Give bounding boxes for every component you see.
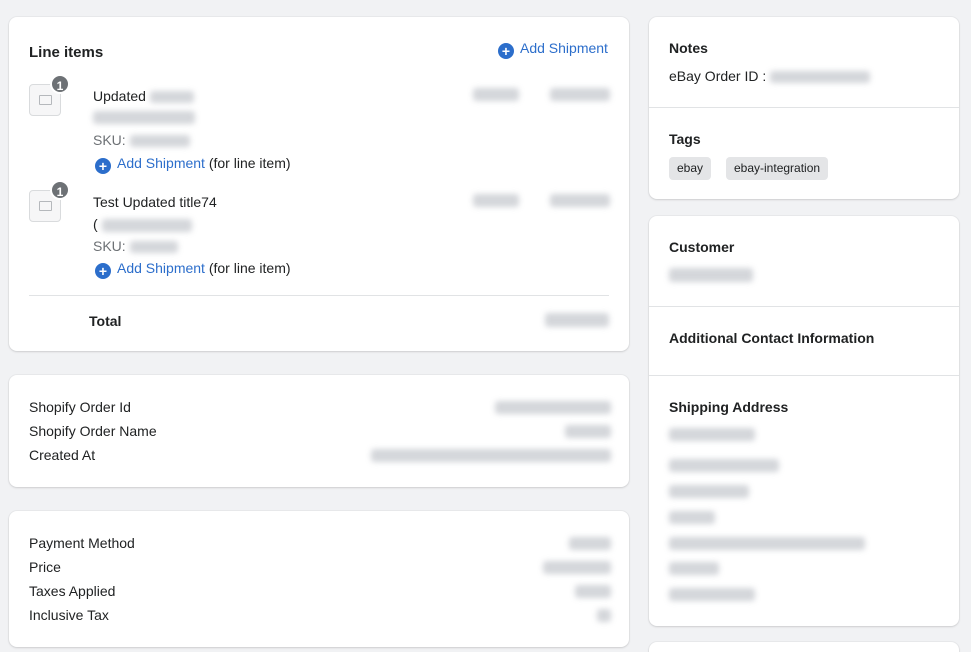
line-items-card: Line items + Add Shipment 1 Updated SKU: … [9, 17, 629, 351]
line-item-sku: SKU: [93, 238, 178, 254]
redacted-order-name [565, 425, 611, 438]
redacted-text [93, 111, 195, 124]
redacted-total [545, 313, 609, 327]
line-item-add-shipment[interactable]: + Add Shipment (for line item) [95, 260, 291, 279]
redacted-amount [550, 88, 610, 101]
shopify-order-id-label: Shopify Order Id [29, 399, 131, 415]
tag-ebay[interactable]: ebay [669, 157, 712, 180]
order-info-card: Shopify Order Id Shopify Order Name Crea… [9, 375, 629, 487]
add-shipment-button[interactable]: + Add Shipment [498, 40, 608, 59]
redacted-order-id [495, 401, 611, 414]
redacted-text [149, 91, 194, 104]
divider [29, 295, 609, 296]
price-label: Price [29, 559, 61, 575]
line-items-title: Line items [29, 44, 104, 61]
redacted-inclusive-tax [597, 609, 611, 622]
quantity-badge: 1 [50, 74, 70, 94]
customer-card: Customer Additional Contact Information … [649, 216, 959, 626]
tags-title: Tags [669, 131, 701, 147]
redacted-address-line [669, 537, 865, 550]
redacted-amount [550, 194, 610, 207]
additional-contact-title: Additional Contact Information [669, 330, 875, 346]
redacted-taxes [575, 585, 611, 598]
line-item-add-shipment[interactable]: + Add Shipment (for line item) [95, 155, 291, 174]
customer-title: Customer [669, 239, 735, 255]
redacted-text [101, 218, 192, 232]
redacted-text [129, 241, 178, 254]
redacted-address-line [669, 428, 755, 441]
plus-circle-icon: + [95, 263, 111, 279]
line-item-title: Updated [93, 88, 194, 104]
tag-ebay-integration[interactable]: ebay-integration [726, 157, 829, 180]
payment-method-label: Payment Method [29, 535, 135, 551]
line-item-title: Test Updated title74 [93, 194, 217, 210]
redacted-address-line [669, 485, 749, 498]
redacted-address-line [669, 588, 755, 601]
notes-title: Notes [669, 40, 708, 56]
redacted-customer-name [669, 268, 753, 282]
line-item-variant: ( [93, 216, 192, 232]
image-icon [39, 95, 52, 105]
redacted-address-line [669, 562, 719, 575]
payment-card: Payment Method Price Taxes Applied Inclu… [9, 511, 629, 647]
line-item-sku: SKU: [93, 132, 190, 148]
shipping-address-title: Shipping Address [669, 399, 789, 415]
total-label: Total [89, 313, 122, 329]
redacted-text [770, 71, 871, 84]
redacted-payment-method [569, 537, 611, 550]
shopify-order-name-label: Shopify Order Name [29, 423, 157, 439]
divider [649, 375, 959, 376]
plus-circle-icon: + [498, 43, 514, 59]
redacted-address-line [669, 511, 715, 524]
notes-card: Notes eBay Order ID : Tags ebay ebay-int… [649, 17, 959, 199]
redacted-text [129, 135, 190, 148]
inclusive-tax-label: Inclusive Tax [29, 607, 109, 623]
quantity-badge: 1 [50, 180, 70, 200]
image-icon [39, 201, 52, 211]
redacted-created-at [371, 449, 611, 462]
created-at-label: Created At [29, 447, 96, 463]
redacted-price [473, 194, 519, 207]
next-card [649, 642, 959, 652]
redacted-address-line [669, 459, 779, 472]
plus-circle-icon: + [95, 158, 111, 174]
divider [649, 107, 959, 108]
divider [649, 306, 959, 307]
redacted-price [543, 561, 611, 574]
taxes-applied-label: Taxes Applied [29, 583, 116, 599]
redacted-price [473, 88, 519, 101]
ebay-order-id: eBay Order ID : [669, 68, 871, 84]
